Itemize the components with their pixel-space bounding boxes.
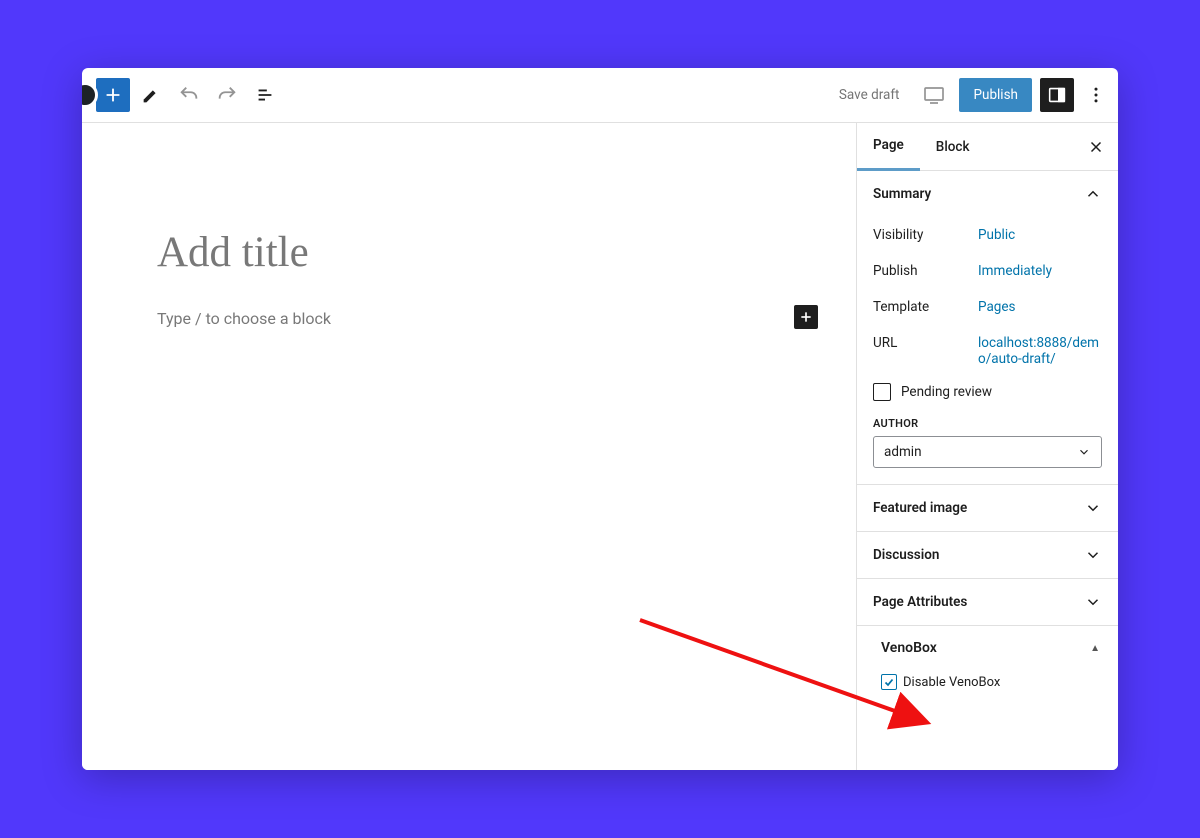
author-section-label: AUTHOR [873,417,1102,430]
add-block-button[interactable] [96,78,130,112]
row-url: URL localhost:8888/demo/auto-draft/ [873,325,1102,377]
close-sidebar-button[interactable] [1084,135,1108,159]
chevron-down-icon [1084,593,1102,611]
block-prompt[interactable]: Type / to choose a block [157,309,331,328]
document-overview-button[interactable] [248,78,282,112]
chevron-down-icon [1084,499,1102,517]
panel-discussion-header[interactable]: Discussion [857,532,1118,578]
edit-tool-button[interactable] [134,78,168,112]
panel-venobox: VenoBox ▲ Disable VenoBox [857,626,1118,710]
sidebar-tabs: Page Block [857,123,1118,171]
undo-button[interactable] [172,78,206,112]
preview-button[interactable] [917,78,951,112]
panel-page-attributes-title: Page Attributes [873,594,967,610]
tab-block[interactable]: Block [920,123,986,171]
visibility-value[interactable]: Public [978,227,1015,243]
panel-discussion: Discussion [857,532,1118,579]
disable-venobox-label: Disable VenoBox [903,675,1000,690]
editor-window: Save draft Publish Add title Type / to c… [82,68,1118,770]
panel-summary-body: Visibility Public Publish Immediately Te… [857,217,1118,484]
author-select[interactable]: admin [873,436,1102,468]
redo-button[interactable] [210,78,244,112]
more-options-button[interactable] [1082,78,1110,112]
panel-featured-image-header[interactable]: Featured image [857,485,1118,531]
pending-review-label: Pending review [901,384,992,400]
checkbox-checked-icon [881,674,897,690]
url-value[interactable]: localhost:8888/demo/auto-draft/ [978,335,1102,367]
row-template: Template Pages [873,289,1102,325]
pending-review-checkbox[interactable]: Pending review [873,377,1102,407]
publish-label: Publish [873,263,978,279]
panel-featured-image: Featured image [857,485,1118,532]
template-value[interactable]: Pages [978,299,1016,315]
publish-value[interactable]: Immediately [978,263,1052,279]
visibility-label: Visibility [873,227,978,243]
panel-venobox-header[interactable]: VenoBox ▲ [857,626,1118,670]
tab-page[interactable]: Page [857,123,920,171]
url-label: URL [873,335,978,367]
chevron-down-icon [1077,445,1091,459]
panel-summary: Summary Visibility Public Publish Immedi… [857,171,1118,485]
page-title-input[interactable]: Add title [157,228,309,277]
publish-button[interactable]: Publish [959,78,1032,112]
author-value: admin [884,444,922,460]
checkbox-icon [873,383,891,401]
panel-summary-title: Summary [873,186,931,202]
settings-sidebar: Page Block Summary Visibility Publ [857,123,1118,770]
inline-add-block-button[interactable] [794,305,818,329]
template-label: Template [873,299,978,315]
save-draft-button[interactable]: Save draft [829,79,910,111]
panel-page-attributes: Page Attributes [857,579,1118,626]
editor-body: Add title Type / to choose a block Page … [82,123,1118,770]
panel-venobox-title: VenoBox [881,640,937,656]
panel-featured-image-title: Featured image [873,500,967,516]
row-visibility: Visibility Public [873,217,1102,253]
chevron-down-icon [1084,546,1102,564]
triangle-up-icon: ▲ [1090,643,1100,654]
toolbar-right-group: Save draft Publish [829,78,1110,112]
disable-venobox-checkbox[interactable]: Disable VenoBox [881,674,1100,690]
panel-summary-header[interactable]: Summary [857,171,1118,217]
top-toolbar: Save draft Publish [82,68,1118,123]
toolbar-left-group [96,78,282,112]
settings-sidebar-toggle[interactable] [1040,78,1074,112]
chevron-up-icon [1084,185,1102,203]
panel-venobox-body: Disable VenoBox [857,670,1118,710]
row-publish: Publish Immediately [873,253,1102,289]
panel-discussion-title: Discussion [873,547,939,563]
panel-page-attributes-header[interactable]: Page Attributes [857,579,1118,625]
editor-canvas[interactable]: Add title Type / to choose a block [82,123,857,770]
